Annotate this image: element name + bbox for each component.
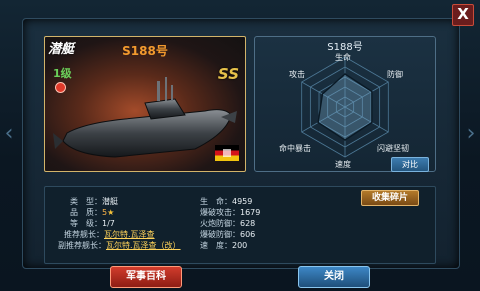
radar-axis-label: 闪避坚韧	[377, 144, 409, 153]
next-ship-arrow-icon[interactable]: ›	[464, 120, 478, 148]
ship-level: 1级	[53, 67, 72, 80]
info-row-quality: 品 质：5★	[70, 208, 114, 218]
nation-flag-icon	[215, 145, 239, 161]
radar-axis-label: 生命	[335, 53, 351, 62]
close-icon[interactable]: X	[452, 4, 474, 26]
info-label: 推荐舰长：	[64, 230, 104, 239]
star-icon: ★	[107, 208, 115, 217]
radar-panel: S188号 生命 防御 闪避坚韧 速度 命中暴击 攻击 对比	[254, 36, 436, 172]
radar-axis-label: 命中暴击	[279, 144, 311, 153]
info-value: 潜艇	[102, 197, 118, 206]
info-label: 类 型：	[70, 197, 102, 206]
info-label: 爆破防御	[200, 230, 232, 239]
collect-fragments-button[interactable]: 收集碎片	[361, 190, 419, 206]
info-row-sub-captain: 副推荐舰长：瓦尔特.瓦泽查（改）	[58, 241, 181, 251]
radar-axis-label: 攻击	[289, 70, 305, 79]
info-label: 速 度	[200, 241, 224, 250]
encyclopedia-button[interactable]: 军事百科	[110, 266, 182, 288]
info-label: 品 质：	[70, 208, 102, 217]
compare-button[interactable]: 对比	[391, 157, 429, 172]
radar-value-area	[317, 73, 373, 141]
rank-badge: SS	[217, 65, 239, 83]
captain-link[interactable]: 瓦尔特.瓦泽查	[104, 230, 155, 239]
radar-axis-label: 速度	[335, 160, 351, 169]
info-value: 606	[240, 230, 256, 239]
radar-axis-label: 防御	[387, 70, 403, 79]
info-label: 爆破攻击	[200, 208, 232, 217]
info-label: 副推荐舰长：	[58, 241, 106, 250]
info-value: 628	[240, 219, 256, 228]
info-row-speed: 速 度：200	[200, 241, 248, 250]
info-row-type: 类 型：潜艇	[70, 197, 118, 207]
info-label: 火炮防御	[200, 219, 232, 228]
info-value: 1/7	[102, 219, 115, 228]
ship-name: S188号	[122, 44, 168, 58]
info-label: 等 级：	[70, 219, 102, 228]
info-row-blast-attack: 爆破攻击：1679	[200, 208, 261, 217]
info-value: 1679	[240, 208, 261, 217]
info-value: 4959	[232, 197, 253, 206]
info-value: 200	[232, 241, 248, 250]
prev-ship-arrow-icon[interactable]: ‹	[2, 120, 16, 148]
close-button[interactable]: 关闭	[298, 266, 370, 288]
info-row-gun-defense: 火炮防御：628	[200, 219, 256, 228]
ship-card: 潜艇 S188号 1级 SS	[44, 36, 246, 172]
info-row-hp: 生 命：4959	[200, 197, 253, 206]
info-label: 生 命	[200, 197, 224, 206]
sub-captain-link[interactable]: 瓦尔特.瓦泽查（改）	[106, 241, 181, 250]
info-row-level: 等 级：1/7	[70, 219, 115, 229]
info-row-blast-defense: 爆破防御：606	[200, 230, 256, 239]
info-row-captain: 推荐舰长：瓦尔特.瓦泽查	[64, 230, 155, 240]
status-dot-icon	[55, 82, 66, 93]
